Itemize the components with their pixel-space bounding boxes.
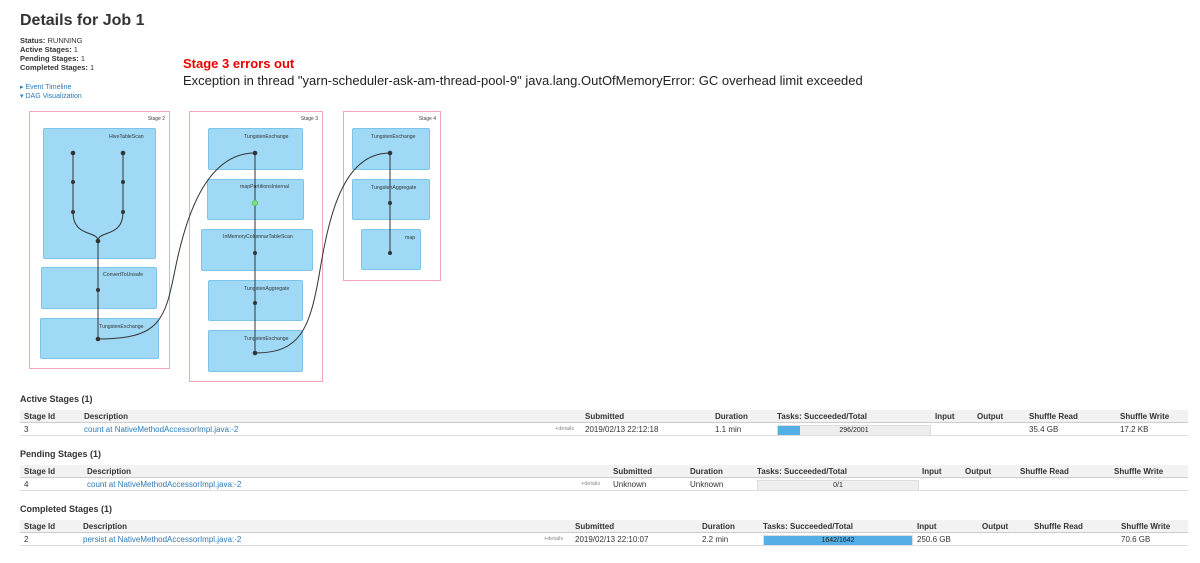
col-duration[interactable]: Duration [690, 467, 723, 476]
tasks-progress-text: 1642/1642 [821, 537, 855, 544]
completed-stages-table: Stage Id Description Submitted Duration … [20, 520, 1188, 546]
tasks-progress-bar: 0/1 [757, 480, 919, 491]
dag-dot [388, 201, 392, 205]
col-shuffle-write[interactable]: Shuffle Write [1121, 522, 1170, 531]
col-stage-id[interactable]: Stage Id [24, 412, 55, 421]
col-input[interactable]: Input [922, 467, 942, 476]
stage-id: 2 [24, 535, 29, 544]
dag-dot [253, 301, 257, 305]
completed-stages-title[interactable]: Completed Stages (1) [20, 504, 112, 514]
table-header: Stage Id Description Submitted Duration … [20, 410, 1188, 423]
col-description[interactable]: Description [83, 522, 127, 531]
dag-dot [121, 210, 125, 214]
pending-stages-title[interactable]: Pending Stages (1) [20, 449, 101, 459]
stage-description-link[interactable]: count at NativeMethodAccessorImpl.java:-… [87, 480, 241, 489]
tasks-progress-text: 296/2001 [839, 427, 869, 434]
dag-dot [96, 288, 100, 292]
col-submitted[interactable]: Submitted [585, 412, 624, 421]
dag-dot [70, 150, 76, 156]
dag-dot [95, 238, 101, 244]
active-stages-title[interactable]: Active Stages (1) [20, 394, 93, 404]
table-row: 3 count at NativeMethodAccessorImpl.java… [20, 423, 1188, 436]
col-description[interactable]: Description [84, 412, 128, 421]
submitted: 2019/02/13 22:12:18 [585, 425, 659, 434]
table-header: Stage Id Description Submitted Duration … [20, 465, 1188, 478]
col-shuffle-read[interactable]: Shuffle Read [1034, 522, 1083, 531]
stage-description-link[interactable]: persist at NativeMethodAccessorImpl.java… [83, 535, 241, 544]
tasks-progress-bar: 1642/1642 [763, 535, 913, 546]
col-duration[interactable]: Duration [702, 522, 735, 531]
dag-dot [121, 180, 125, 184]
cached-rdd-dot [251, 199, 259, 207]
col-input[interactable]: Input [935, 412, 955, 421]
col-stage-id[interactable]: Stage Id [24, 522, 55, 531]
dag-dot [388, 251, 392, 255]
details-link[interactable]: +details [555, 426, 574, 432]
dag-dot [252, 350, 258, 356]
table-header: Stage Id Description Submitted Duration … [20, 520, 1188, 533]
pending-stages-table: Stage Id Description Submitted Duration … [20, 465, 1188, 491]
dag-dot [71, 210, 75, 214]
dag-dot [387, 150, 393, 156]
col-output[interactable]: Output [982, 522, 1008, 531]
details-link[interactable]: +details [581, 481, 600, 487]
table-row: 2 persist at NativeMethodAccessorImpl.ja… [20, 533, 1188, 546]
shuffle-write: 17.2 KB [1120, 425, 1149, 434]
stage-id: 3 [24, 425, 29, 434]
col-submitted[interactable]: Submitted [613, 467, 652, 476]
col-tasks[interactable]: Tasks: Succeeded/Total [777, 412, 867, 421]
col-input[interactable]: Input [917, 522, 937, 531]
col-shuffle-read[interactable]: Shuffle Read [1020, 467, 1069, 476]
col-output[interactable]: Output [965, 467, 991, 476]
active-stages-table: Stage Id Description Submitted Duration … [20, 410, 1188, 436]
stage-id: 4 [24, 480, 29, 489]
dag-edge [72, 211, 99, 242]
col-submitted[interactable]: Submitted [575, 522, 614, 531]
col-stage-id[interactable]: Stage Id [24, 467, 55, 476]
dag-edge [254, 152, 391, 354]
dag-dot [252, 150, 258, 156]
dag-edge [97, 211, 124, 242]
col-tasks[interactable]: Tasks: Succeeded/Total [763, 522, 853, 531]
dag-edges [70, 150, 393, 356]
duration: 2.2 min [702, 535, 729, 544]
shuffle-read: 35.4 GB [1029, 425, 1059, 434]
duration: Unknown [690, 480, 724, 489]
col-shuffle-write[interactable]: Shuffle Write [1120, 412, 1169, 421]
col-description[interactable]: Description [87, 467, 131, 476]
duration: 1.1 min [715, 425, 742, 434]
col-shuffle-write[interactable]: Shuffle Write [1114, 467, 1163, 476]
submitted: Unknown [613, 480, 647, 489]
submitted: 2019/02/13 22:10:07 [575, 535, 649, 544]
dag-dot [120, 150, 126, 156]
dag-dot [253, 251, 257, 255]
col-shuffle-read[interactable]: Shuffle Read [1029, 412, 1078, 421]
col-duration[interactable]: Duration [715, 412, 748, 421]
col-tasks[interactable]: Tasks: Succeeded/Total [757, 467, 847, 476]
dag-dot [95, 336, 101, 342]
details-link[interactable]: +details [544, 536, 563, 542]
table-row: 4 count at NativeMethodAccessorImpl.java… [20, 478, 1188, 491]
stage-description-link[interactable]: count at NativeMethodAccessorImpl.java:-… [84, 425, 238, 434]
col-output[interactable]: Output [977, 412, 1003, 421]
tasks-progress-text: 0/1 [833, 482, 843, 489]
input: 250.6 GB [917, 535, 951, 544]
dag-dot [71, 180, 75, 184]
tasks-progress-bar: 296/2001 [777, 425, 931, 436]
shuffle-write: 70.6 GB [1121, 535, 1151, 544]
